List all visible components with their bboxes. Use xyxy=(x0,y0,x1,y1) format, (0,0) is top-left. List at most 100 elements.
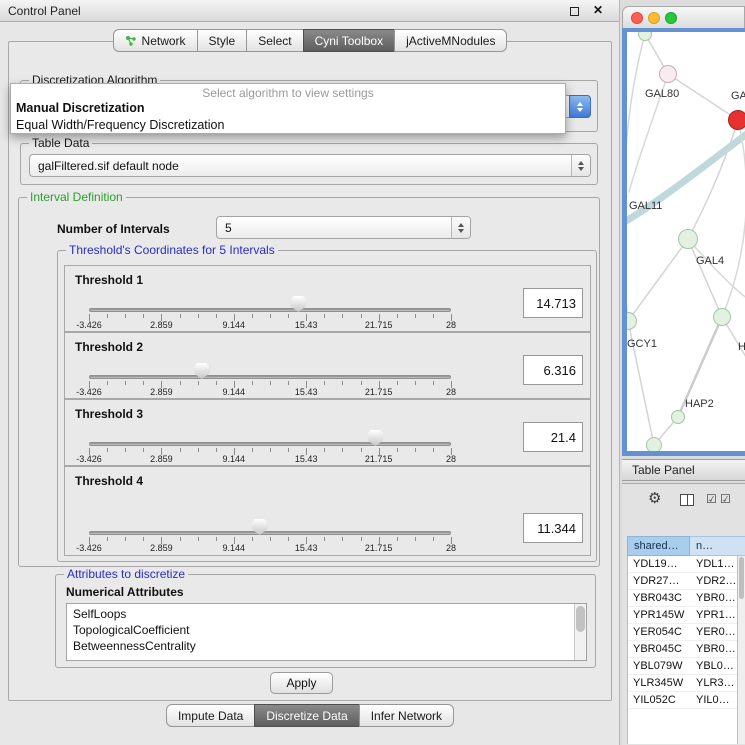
threshold-slider[interactable]: -3.4262.8599.14415.4321.71528 xyxy=(89,333,451,398)
table-row[interactable]: YBL079WYBL0… xyxy=(628,658,737,675)
network-canvas[interactable]: GAL80GAGAL11GAL4GCY1HHAP2 xyxy=(627,32,745,451)
threshold-panel: Threshold 2-3.4262.8599.14415.4321.71528… xyxy=(64,332,591,399)
slider-tick xyxy=(125,314,126,318)
control-panel-window: Control Panel ✕ Network Style Select Cyn… xyxy=(0,0,620,745)
network-node[interactable] xyxy=(659,65,677,83)
cell-name: YPR1… xyxy=(690,609,737,621)
table-data-combobox[interactable]: galFiltered.sif default node xyxy=(29,154,591,177)
combobox-arrows-icon xyxy=(569,95,591,118)
float-window-icon[interactable] xyxy=(570,7,579,16)
group-label: Table Data xyxy=(29,137,92,150)
dropdown-option-equal-width-frequency[interactable]: Equal Width/Frequency Discretization xyxy=(11,117,565,134)
table-row[interactable]: YLR345WYLR3… xyxy=(628,675,737,692)
slider-tick xyxy=(433,448,434,452)
tab-discretize-data[interactable]: Discretize Data xyxy=(254,704,359,727)
node-label: GAL80 xyxy=(645,88,679,100)
node-label: GAL4 xyxy=(696,255,724,267)
threshold-slider[interactable]: -3.4262.8599.14415.4321.71528 xyxy=(89,266,451,331)
slider-tick-label: -3.426 xyxy=(76,543,102,553)
slider-track xyxy=(89,375,451,379)
scrollbar-thumb[interactable] xyxy=(576,606,585,632)
threshold-slider[interactable]: -3.4262.8599.14415.4321.71528 xyxy=(89,467,451,555)
close-icon[interactable]: ✕ xyxy=(593,3,603,17)
table-scrollbar[interactable] xyxy=(737,556,745,744)
threshold-value-field[interactable]: 6.316 xyxy=(523,355,583,385)
network-node[interactable] xyxy=(646,437,662,451)
table-row[interactable]: YBR043CYBR0… xyxy=(628,590,737,607)
cell-name: YER0… xyxy=(690,626,737,638)
combobox-value: 5 xyxy=(217,221,451,235)
minimize-traffic-light-icon[interactable] xyxy=(648,12,660,24)
tab-style[interactable]: Style xyxy=(197,29,248,52)
numerical-attributes-list[interactable]: SelfLoopsTopologicalCoefficientBetweenne… xyxy=(66,603,587,661)
slider-tick xyxy=(180,537,181,541)
slider-tick xyxy=(143,381,144,385)
table-row[interactable]: YBR045CYBR0… xyxy=(628,641,737,658)
tab-infer-network[interactable]: Infer Network xyxy=(359,704,454,727)
gear-icon[interactable]: ⚙ xyxy=(648,489,661,507)
table-row[interactable]: YDR27…YDR2… xyxy=(628,573,737,590)
apply-button[interactable]: Apply xyxy=(270,672,333,694)
list-item[interactable]: SelfLoops xyxy=(73,606,586,622)
column-header-shared-name[interactable]: shared… xyxy=(627,536,690,556)
slider-tick xyxy=(342,381,343,385)
slider-tick xyxy=(252,448,253,452)
network-node[interactable] xyxy=(713,308,731,326)
zoom-traffic-light-icon[interactable] xyxy=(665,12,677,24)
tab-label: Network xyxy=(142,34,186,48)
threshold-value-field[interactable]: 21.4 xyxy=(523,422,583,452)
threshold-slider[interactable]: -3.4262.8599.14415.4321.71528 xyxy=(89,400,451,465)
slider-track xyxy=(89,531,451,535)
scrollbar-thumb[interactable] xyxy=(739,557,744,599)
cell-shared-name: YPR145W xyxy=(628,609,690,621)
list-item[interactable]: TopologicalCoefficient xyxy=(73,622,586,638)
slider-tick xyxy=(342,314,343,318)
table-row[interactable]: YDL19…YDL1… xyxy=(628,556,737,573)
table-row[interactable]: YER054CYER0… xyxy=(628,624,737,641)
slider-tick-label: 9.144 xyxy=(223,320,246,330)
tab-cyni-toolbox[interactable]: Cyni Toolbox xyxy=(303,29,395,52)
table-row[interactable]: YPR145WYPR1… xyxy=(628,607,737,624)
slider-tick xyxy=(216,381,217,385)
network-node[interactable] xyxy=(671,410,685,424)
close-traffic-light-icon[interactable] xyxy=(631,12,643,24)
tab-impute-data[interactable]: Impute Data xyxy=(166,704,255,727)
cell-name: YDL1… xyxy=(690,558,737,570)
cell-name: YIL0… xyxy=(690,694,737,706)
group-label: Interval Definition xyxy=(27,191,126,204)
cell-shared-name: YLR345W xyxy=(628,677,690,689)
group-label: Attributes to discretize xyxy=(64,568,188,581)
slider-tick xyxy=(143,314,144,318)
slider-track xyxy=(89,308,451,312)
tab-select[interactable]: Select xyxy=(246,29,303,52)
slider-tick-label: -3.426 xyxy=(76,387,102,397)
cell-name: YDR2… xyxy=(690,575,737,587)
node-label: GA xyxy=(731,90,745,102)
network-view-window: GAL80GAGAL11GAL4GCY1HHAP2 xyxy=(622,6,745,456)
checkbox-icon-2[interactable]: ☑ xyxy=(720,492,731,506)
thresholds-group: Threshold's Coordinates for 5 Intervals … xyxy=(57,250,597,562)
tab-network[interactable]: Network xyxy=(113,29,198,52)
column-header-name[interactable]: n… xyxy=(690,536,745,556)
list-item[interactable]: BetweennessCentrality xyxy=(73,638,586,654)
network-node[interactable] xyxy=(728,110,745,130)
slider-tick xyxy=(198,314,199,318)
cell-shared-name: YBR043C xyxy=(628,592,690,604)
slider-tick xyxy=(107,381,108,385)
tab-jactivemnodules[interactable]: jActiveMNodules xyxy=(394,29,507,52)
checkbox-icon-1[interactable]: ☑ xyxy=(706,492,717,506)
table-row[interactable]: YIL052CYIL0… xyxy=(628,692,737,709)
slider-tick xyxy=(180,314,181,318)
columns-icon[interactable] xyxy=(680,494,694,506)
dropdown-option-manual-discretization[interactable]: Manual Discretization xyxy=(11,100,565,117)
cell-shared-name: YDL19… xyxy=(628,558,690,570)
table-panel-title: Table Panel xyxy=(632,463,695,477)
slider-tick-label: 9.144 xyxy=(223,454,246,464)
slider-tick xyxy=(324,381,325,385)
network-node[interactable] xyxy=(678,229,698,249)
table-data-group: Table Data galFiltered.sif default node xyxy=(20,143,598,185)
list-scrollbar[interactable] xyxy=(574,604,586,660)
threshold-value-field[interactable]: 14.713 xyxy=(523,288,583,318)
threshold-value-field[interactable]: 11.344 xyxy=(523,513,583,543)
number-of-intervals-combobox[interactable]: 5 xyxy=(216,216,471,239)
